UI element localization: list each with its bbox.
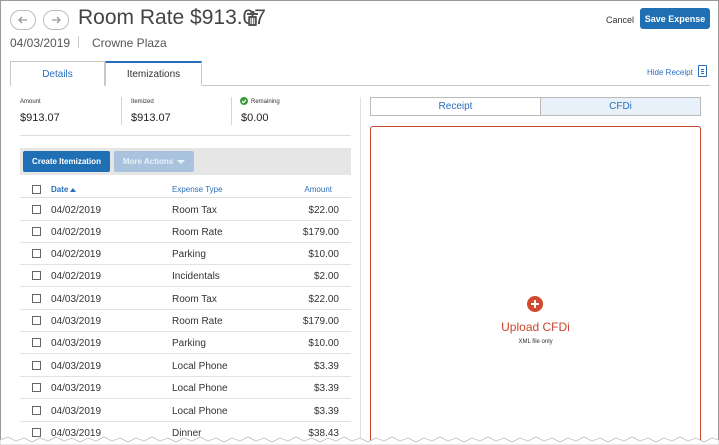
page-title: Room Rate $913.07 (78, 6, 266, 29)
select-all-checkbox[interactable] (32, 185, 41, 194)
check-circle-icon (240, 97, 248, 105)
row-amount: $2.00 (313, 271, 339, 282)
panel-divider (360, 97, 361, 445)
remaining-value: $0.00 (241, 112, 269, 124)
row-expense-type: Room Tax (172, 205, 217, 216)
create-itemization-button[interactable]: Create Itemization (23, 151, 110, 172)
column-expense-type[interactable]: Expense Type (172, 185, 223, 194)
table-row[interactable]: 04/02/2019 Incidentals $2.00 (20, 265, 351, 287)
tab-cfdi[interactable]: CFDi (540, 97, 701, 116)
cfdi-upload-area[interactable] (370, 126, 701, 445)
amount-value: $913.07 (20, 112, 60, 124)
row-expense-type: Room Rate (172, 316, 223, 327)
row-expense-type: Local Phone (172, 383, 228, 394)
row-date: 04/03/2019 (51, 294, 102, 305)
row-date: 04/02/2019 (51, 249, 102, 260)
row-date: 04/02/2019 (51, 227, 102, 238)
upload-hint: XML file only (518, 339, 553, 345)
row-checkbox[interactable] (32, 227, 41, 236)
summary-divider (231, 97, 232, 125)
table-row[interactable]: 04/02/2019 Room Tax $22.00 (20, 199, 351, 221)
hide-receipt-link[interactable]: Hide Receipt (647, 68, 693, 77)
row-checkbox[interactable] (32, 294, 41, 303)
chevron-down-icon (177, 159, 186, 164)
row-expense-type: Parking (172, 249, 206, 260)
row-amount: $179.00 (302, 316, 339, 327)
table-row[interactable]: 04/02/2019 Room Rate $179.00 (20, 221, 351, 243)
row-checkbox[interactable] (32, 338, 41, 347)
row-date: 04/02/2019 (51, 271, 102, 282)
cancel-button[interactable]: Cancel (606, 15, 634, 25)
row-expense-type: Room Rate (172, 227, 223, 238)
receipt-icon[interactable] (698, 65, 707, 77)
table-row[interactable]: 04/02/2019 Parking $10.00 (20, 243, 351, 265)
expense-date: 04/03/2019 (10, 36, 71, 50)
row-expense-type: Incidentals (172, 271, 220, 282)
row-checkbox[interactable] (32, 249, 41, 258)
row-amount: $22.00 (308, 205, 339, 216)
row-checkbox[interactable] (32, 316, 41, 325)
header-divider (78, 36, 79, 48)
table-row[interactable]: 04/03/2019 Local Phone $3.39 (20, 355, 351, 377)
row-amount: $179.00 (302, 227, 339, 238)
row-checkbox[interactable] (32, 383, 41, 392)
table-row[interactable]: 04/03/2019 Local Phone $3.39 (20, 377, 351, 399)
remaining-label: Remaining (251, 99, 280, 105)
vendor-name: Crowne Plaza (92, 36, 167, 50)
row-date: 04/03/2019 (51, 406, 102, 417)
torn-edge (0, 436, 719, 445)
row-checkbox[interactable] (32, 361, 41, 370)
tab-receipt[interactable]: Receipt (370, 97, 541, 116)
column-date-label: Date (51, 185, 69, 194)
row-amount: $3.39 (313, 383, 339, 394)
table-row[interactable]: 04/03/2019 Parking $10.00 (20, 332, 351, 354)
table-row[interactable]: 04/03/2019 Local Phone $3.39 (20, 400, 351, 422)
tab-itemizations[interactable]: Itemizations (105, 61, 202, 86)
plus-circle-icon[interactable] (527, 296, 543, 312)
row-date: 04/03/2019 (51, 316, 102, 327)
arrow-left-icon (18, 16, 27, 24)
amount-label: Amount (20, 99, 41, 105)
row-date: 04/03/2019 (51, 361, 102, 372)
tab-details[interactable]: Details (10, 61, 105, 86)
row-expense-type: Parking (172, 338, 206, 349)
row-expense-type: Local Phone (172, 406, 228, 417)
forward-button[interactable] (43, 10, 69, 30)
more-actions-label: More Actions (122, 157, 174, 166)
row-checkbox[interactable] (32, 406, 41, 415)
trash-icon[interactable] (247, 11, 258, 26)
row-date: 04/02/2019 (51, 205, 102, 216)
more-actions-button[interactable]: More Actions (114, 151, 194, 172)
table-header: Date Expense Type Amount (20, 180, 351, 198)
row-date: 04/03/2019 (51, 338, 102, 349)
row-expense-type: Local Phone (172, 361, 228, 372)
row-checkbox[interactable] (32, 205, 41, 214)
row-amount: $3.39 (313, 361, 339, 372)
summary-separator (20, 135, 351, 136)
column-amount[interactable]: Amount (304, 185, 332, 194)
row-amount: $22.00 (308, 294, 339, 305)
arrow-right-icon (52, 16, 61, 24)
row-amount: $10.00 (308, 338, 339, 349)
row-amount: $3.39 (313, 406, 339, 417)
table-row[interactable]: 04/03/2019 Room Rate $179.00 (20, 310, 351, 332)
upload-cfdi-link[interactable]: Upload CFDi (370, 320, 701, 334)
column-date[interactable]: Date (51, 185, 77, 194)
row-checkbox[interactable] (32, 271, 41, 280)
sort-ascending-icon (70, 187, 77, 192)
itemized-value: $913.07 (131, 112, 171, 124)
row-amount: $10.00 (308, 249, 339, 260)
summary-divider (121, 97, 122, 125)
back-button[interactable] (10, 10, 36, 30)
row-date: 04/03/2019 (51, 383, 102, 394)
save-expense-button[interactable]: Save Expense (640, 8, 710, 29)
itemized-label: Itemized (131, 99, 154, 105)
row-expense-type: Room Tax (172, 294, 217, 305)
table-row[interactable]: 04/03/2019 Room Tax $22.00 (20, 288, 351, 310)
